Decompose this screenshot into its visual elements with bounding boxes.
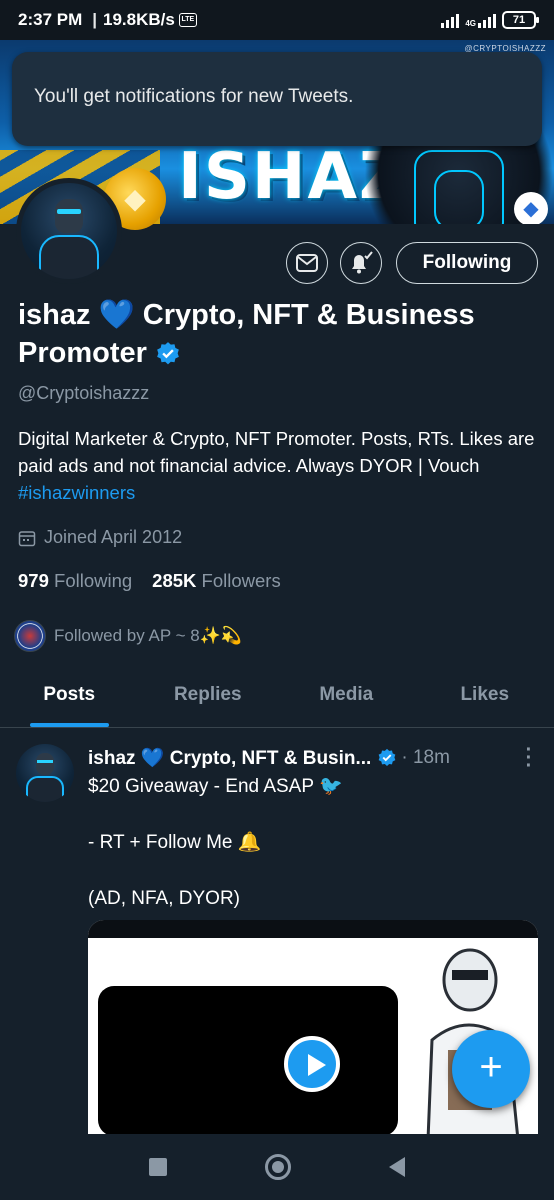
status-time: 2:37 PM <box>18 10 83 29</box>
following-button[interactable]: Following <box>396 242 538 284</box>
tab-replies[interactable]: Replies <box>139 672 278 727</box>
tweet-header: ishaz 💙 Crypto, NFT & Busin... · 18m · · · <box>88 740 536 776</box>
tweet-author-name[interactable]: ishaz 💙 Crypto, NFT & Busin... <box>88 746 371 770</box>
lte-icon: LTE <box>178 13 197 27</box>
profile-display-name: ishaz 💙 Crypto, NFT & Business Promoter <box>18 296 538 372</box>
home-icon[interactable] <box>265 1154 291 1180</box>
status-bar: 2:37 PM | 19.8KB/s LTE 4G 71 <box>0 0 554 40</box>
followed-by-text: Followed by AP ~ 8✨💫 <box>54 626 243 645</box>
notification-toast: You'll get notifications for new Tweets. <box>12 52 542 146</box>
battery-icon: 71 <box>502 11 539 29</box>
message-icon <box>296 254 318 272</box>
tab-posts[interactable]: Posts <box>0 672 139 727</box>
compose-plus-icon[interactable]: + <box>452 1030 530 1108</box>
following-count-link[interactable]: 979 Following <box>18 570 132 591</box>
profile-bio: Digital Marketer & Crypto, NFT Promoter.… <box>18 425 542 506</box>
kebab-menu-icon[interactable]: · · · <box>522 740 536 776</box>
ethereum-icon: ◆ <box>514 192 548 224</box>
tweet-text: $20 Giveaway - End ASAP 🐦 - RT + Follow … <box>88 773 536 941</box>
signal-4g-icon: 4G <box>465 12 496 28</box>
bell-check-icon <box>352 251 373 274</box>
bio-hashtag-link[interactable]: #ishazwinners <box>18 482 135 503</box>
profile-avatar[interactable] <box>16 178 122 284</box>
joined-date: Joined April 2012 <box>18 527 182 548</box>
follow-counts: 979 Following 285K Followers <box>18 570 281 592</box>
status-network-speed: 19.8KB/s <box>103 10 175 29</box>
video-thumbnail <box>98 986 398 1135</box>
tweet-avatar[interactable] <box>16 744 74 802</box>
display-name-text: ishaz 💙 Crypto, NFT & Business Promoter <box>18 299 475 369</box>
followers-count-link[interactable]: 285K Followers <box>152 570 281 591</box>
profile-handle: @Cryptoishazzz <box>18 383 150 403</box>
tab-media[interactable]: Media <box>277 672 416 727</box>
tweet-line: (AD, NFA, DYOR) <box>88 888 241 909</box>
verified-badge-icon <box>379 748 396 766</box>
verified-badge-icon[interactable] <box>155 341 181 367</box>
follower-avatar <box>14 620 46 652</box>
signal-icon <box>441 12 460 28</box>
avatar <box>21 183 117 279</box>
back-icon[interactable] <box>389 1157 405 1177</box>
message-button[interactable] <box>286 242 328 284</box>
play-icon[interactable] <box>284 1036 340 1092</box>
notifications-button[interactable] <box>340 242 382 284</box>
media-top-bar <box>88 920 538 938</box>
recents-icon[interactable] <box>149 1158 167 1176</box>
tab-likes[interactable]: Likes <box>416 672 554 727</box>
tweet-line: $20 Giveaway - End ASAP 🐦 <box>88 776 343 797</box>
followed-by[interactable]: Followed by AP ~ 8✨💫 <box>14 620 242 652</box>
android-nav-bar <box>0 1134 554 1200</box>
bio-text: Digital Marketer & Crypto, NFT Promoter.… <box>18 428 535 476</box>
tweet-time: · 18m <box>401 747 450 768</box>
status-separator: | <box>92 10 98 29</box>
calendar-icon <box>18 530 36 546</box>
profile-tabs: Posts Replies Media Likes <box>0 672 554 728</box>
joined-text: Joined April 2012 <box>44 527 183 547</box>
tweet-line: - RT + Follow Me 🔔 <box>88 832 262 853</box>
